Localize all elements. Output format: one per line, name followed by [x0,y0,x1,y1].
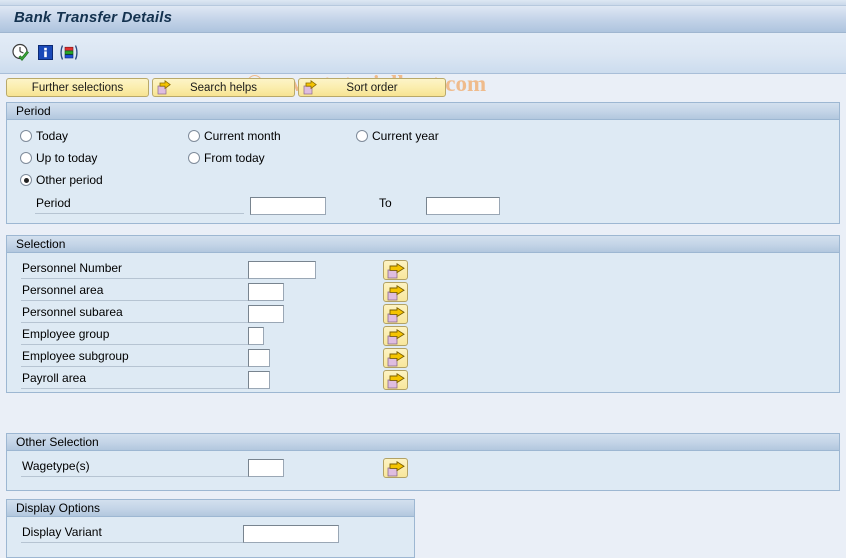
personnel-number-multiple-selection-button[interactable] [383,260,408,280]
personnel-subarea-label: Personnel subarea [21,305,248,323]
period-to-label: To [379,196,392,210]
multiple-selection-arrow-icon [387,329,405,345]
wagetypes-input[interactable] [248,459,284,477]
personnel-subarea-multiple-selection-button[interactable] [383,304,408,324]
display-variant-input[interactable] [243,525,339,543]
display-options-panel: Display Options Display Variant [6,499,415,558]
window-title-bar: Bank Transfer Details [0,0,846,33]
selection-panel-title: Selection [7,236,839,253]
period-from-label: Period [35,196,244,214]
wagetypes-label: Wagetype(s) [21,459,248,477]
employee-subgroup-input[interactable] [248,349,270,367]
execute-with-variant-icon[interactable] [10,42,32,64]
radio-today[interactable]: Today [20,129,68,143]
personnel-area-label: Personnel area [21,283,248,301]
selection-panel: Selection Personnel Number Personnel are… [6,235,840,393]
employee-group-multiple-selection-button[interactable] [383,326,408,346]
radio-current-month-control[interactable] [188,130,200,142]
personnel-number-input[interactable] [248,261,316,279]
radio-current-year-control[interactable] [356,130,368,142]
title-bar-cap [0,0,846,6]
display-variant-label: Display Variant [21,525,243,543]
personnel-area-multiple-selection-button[interactable] [383,282,408,302]
employee-subgroup-label: Employee subgroup [21,349,248,367]
personnel-number-label: Personnel Number [21,261,248,279]
period-panel-title: Period [7,103,839,120]
sort-order-label: Sort order [346,81,398,94]
multiple-selection-arrow-icon [387,285,405,301]
arrow-right-icon [303,80,318,95]
personnel-subarea-input[interactable] [248,305,284,323]
period-from-input[interactable] [250,197,326,215]
application-toolbar: © www.tutorialkart.com [0,33,846,96]
radio-from-today-control[interactable] [188,152,200,164]
payroll-area-input[interactable] [248,371,270,389]
personnel-area-input[interactable] [248,283,284,301]
radio-from-today[interactable]: From today [188,151,265,165]
multiple-selection-arrow-icon [387,461,405,477]
radio-up-to-today-control[interactable] [20,152,32,164]
other-selection-panel-title: Other Selection [7,434,839,451]
further-selections-button[interactable]: Further selections [6,78,149,97]
radio-up-to-today-label: Up to today [36,151,98,165]
period-to-input[interactable] [426,197,500,215]
radio-today-label: Today [36,129,69,143]
variant-bars-icon[interactable] [58,42,80,64]
other-selection-panel: Other Selection Wagetype(s) [6,433,840,491]
search-helps-label: Search helps [189,81,258,94]
info-icon[interactable] [35,42,57,64]
multiple-selection-arrow-icon [387,373,405,389]
radio-from-today-label: From today [204,151,265,165]
further-selections-label: Further selections [31,81,124,94]
radio-today-control[interactable] [20,130,32,142]
radio-other-period[interactable]: Other period [20,173,103,187]
selection-button-bar: Further selections Search helps Sort ord… [0,74,846,101]
page-title: Bank Transfer Details [14,9,173,26]
sort-order-button[interactable]: Sort order [298,78,446,97]
payroll-area-label: Payroll area [21,371,248,389]
employee-subgroup-multiple-selection-button[interactable] [383,348,408,368]
wagetypes-multiple-selection-button[interactable] [383,458,408,478]
radio-other-period-control[interactable] [20,174,32,186]
period-panel: Period Today Current month Current year … [6,102,840,224]
radio-up-to-today[interactable]: Up to today [20,151,97,165]
search-helps-button[interactable]: Search helps [152,78,295,97]
employee-group-input[interactable] [248,327,264,345]
arrow-right-icon [157,80,172,95]
display-options-panel-title: Display Options [7,500,414,517]
employee-group-label: Employee group [21,327,248,345]
radio-current-year[interactable]: Current year [356,129,439,143]
radio-current-month-label: Current month [204,129,281,143]
multiple-selection-arrow-icon [387,351,405,367]
multiple-selection-arrow-icon [387,263,405,279]
multiple-selection-arrow-icon [387,307,405,323]
payroll-area-multiple-selection-button[interactable] [383,370,408,390]
radio-current-year-label: Current year [372,129,439,143]
radio-other-period-label: Other period [36,173,103,187]
radio-current-month[interactable]: Current month [188,129,281,143]
